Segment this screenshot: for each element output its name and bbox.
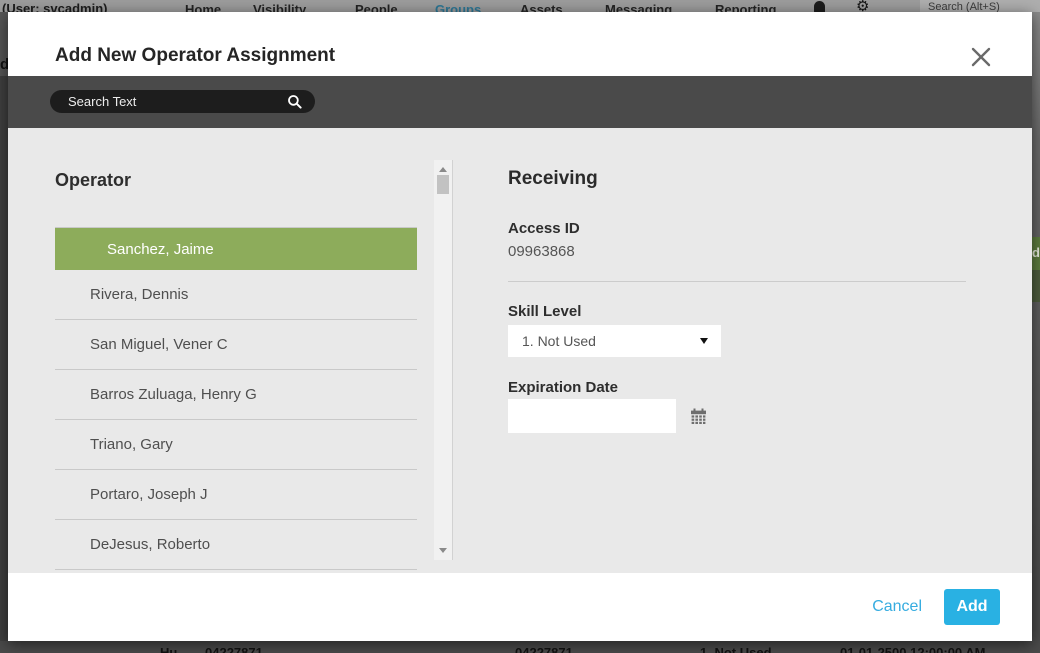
operator-panel: Operator Sanchez, JaimeRivera, DennisSan… [55, 128, 417, 570]
dialog-search-bar [8, 76, 1032, 128]
background-table-row: Hu 04227871 04227871 1. Not Used 01-01-2500 … [0, 641, 1040, 653]
operator-list-item[interactable]: Barros Zuluaga, Henry G [55, 370, 417, 420]
bg-table-cell: 04227871 [205, 645, 263, 653]
operator-list: Sanchez, Jaime Rivera, Dennis San Miguel, … [55, 227, 417, 570]
calendar-icon[interactable] [690, 408, 707, 425]
bg-table-cell: 04227871 [515, 645, 573, 653]
bg-nav-item: Assets [520, 2, 563, 12]
gear-icon: ⚙ [856, 0, 869, 12]
access-id-value: 09963868 [508, 243, 966, 260]
operator-heading: Operator [55, 170, 417, 191]
bg-nav-item: Groups [435, 2, 481, 12]
dialog-body: Operator Sanchez, JaimeRivera, DennisSan… [8, 128, 1032, 573]
skill-level-select[interactable]: 1. Not Used [508, 325, 721, 357]
operator-name: Rivera, Dennis [90, 286, 188, 303]
scroll-up-icon[interactable] [439, 167, 447, 172]
nav-search-input: Search (Alt+S) [920, 0, 1040, 12]
background-green-button-lower [1032, 270, 1040, 302]
close-icon[interactable] [968, 44, 994, 70]
bg-table-cell: 1. Not Used [700, 645, 772, 653]
cancel-button[interactable]: Cancel [872, 598, 922, 616]
divider [508, 281, 966, 282]
operator-name: Sanchez, Jaime [107, 241, 214, 258]
bg-nav-item: People [355, 2, 398, 12]
operator-name: DeJesus, Roberto [90, 536, 210, 553]
bg-nav-item: Visibility [253, 2, 306, 12]
receiving-panel: Receiving Access ID 09963868 Skill Level… [508, 128, 966, 433]
operator-list-item[interactable]: Sanchez, Jaime [55, 228, 417, 270]
receiving-heading: Receiving [508, 168, 966, 190]
access-id-label: Access ID [508, 220, 966, 237]
operator-name: Portaro, Joseph J [90, 486, 208, 503]
dialog-title: Add New Operator Assignment [55, 45, 335, 67]
bg-nav-item: Messaging [605, 2, 672, 12]
search-input[interactable] [50, 94, 287, 109]
search-pill[interactable] [50, 90, 315, 113]
operator-list-item[interactable]: San Miguel, Vener C [55, 320, 417, 370]
bg-nav-item: Home [185, 2, 221, 12]
operator-name: San Miguel, Vener C [90, 336, 228, 353]
skill-level-label: Skill Level [508, 303, 966, 320]
operator-list-item[interactable]: Rivera, Dennis [55, 270, 417, 320]
scrollbar-thumb[interactable] [437, 175, 449, 194]
operator-list-item[interactable]: DeJesus, Roberto [55, 520, 417, 570]
background-navbar: (User: svcadmin) Home Visibility People Gro… [0, 0, 1040, 12]
operator-list-item[interactable]: Triano, Gary [55, 420, 417, 470]
operator-scrollbar[interactable] [434, 160, 453, 560]
dialog-footer: Cancel Add [8, 573, 1032, 641]
bg-nav-item: Reporting [715, 2, 776, 12]
operator-name: Barros Zuluaga, Henry G [90, 386, 257, 403]
bell-icon [814, 1, 825, 12]
search-icon[interactable] [287, 94, 302, 109]
user-label: (User: svcadmin) [2, 1, 107, 12]
expiration-date-input[interactable] [508, 399, 676, 433]
add-button[interactable]: Add [944, 589, 1000, 625]
background-green-button: d [1032, 237, 1040, 270]
background-right-strip [1032, 12, 1040, 641]
bg-table-cell: 01-01-2500 12:00:00 AM [840, 645, 986, 653]
operator-name: Triano, Gary [90, 436, 173, 453]
bg-table-cell: Hu [160, 645, 177, 653]
chevron-down-icon [700, 338, 708, 344]
skill-level-value: 1. Not Used [522, 333, 596, 349]
dialog-header: Add New Operator Assignment [8, 12, 1032, 76]
add-operator-assignment-dialog: Add New Operator Assignment Operator San… [8, 12, 1032, 641]
operator-list-item[interactable]: Portaro, Joseph J [55, 470, 417, 520]
scroll-down-icon[interactable] [439, 548, 447, 553]
expiration-date-label: Expiration Date [508, 379, 966, 396]
